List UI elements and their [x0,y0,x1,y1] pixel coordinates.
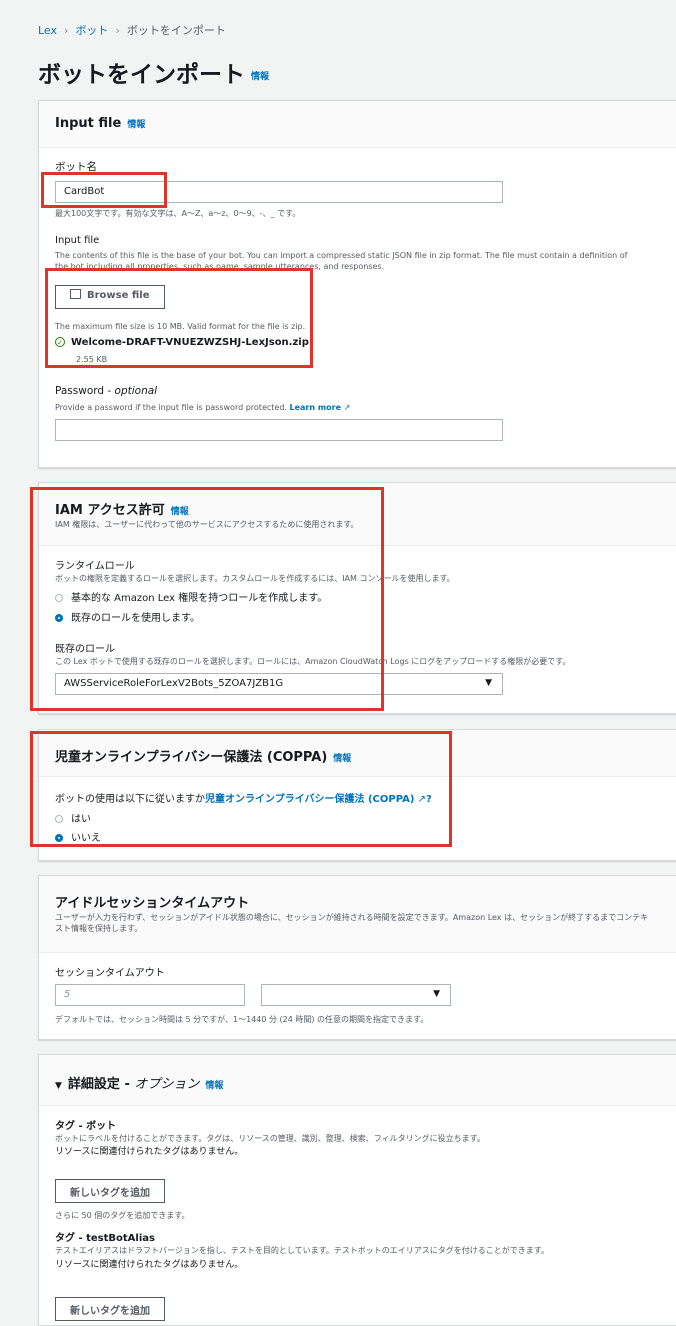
page: Lex › ボット › ボットをインポート ボットをインポート 情報 Input file… [8,0,676,1326]
breadcrumb: Lex › ボット › ボットをインポート [38,24,226,37]
highlight-box [30,731,452,847]
panel-title: アイドルセッションタイムアウト [55,896,250,911]
session-timeout-hint: デフォルトでは、セッション時間は 5 分ですが、1〜1440 分 (24 時間)… [55,1015,429,1024]
session-timeout-input[interactable]: 5 [55,984,245,1006]
highlight-box [41,172,167,208]
breadcrumb-bot[interactable]: ボット [75,24,108,37]
tag-limit-text: さらに 50 個のタグを追加できます。 [55,1211,190,1220]
session-timeout-unit-select[interactable]: ▼ [261,984,451,1006]
page-title: ボットをインポート 情報 [38,62,270,88]
advanced-settings-toggle[interactable]: ▼ 詳細設定 - オプション 情報 [55,1073,223,1092]
breadcrumb-lex[interactable]: Lex [38,24,57,37]
tag-alias-label: タグ - testBotAlias [55,1233,155,1244]
bot-name-hint: 最大100文字です。有効な文字は、A〜Z、a〜z、0〜9、-、_ です。 [55,209,301,218]
breadcrumb-current: ボットをインポート [126,24,226,37]
input-file-label: Input file [55,235,100,246]
info-link[interactable]: 情報 [127,120,145,130]
session-timeout-label: セッションタイムアウト [55,968,165,979]
info-link[interactable]: 情報 [251,72,269,82]
add-tag-button[interactable]: 新しいタグを追加 [55,1179,165,1203]
highlight-box [45,268,313,368]
external-link-icon: ↗ [343,403,351,412]
add-tag-button[interactable]: 新しいタグを追加 [55,1297,165,1321]
no-tags-text: リソースに関連付けられたタグはありません。 [55,1260,244,1270]
info-link[interactable]: 情報 [205,1081,223,1091]
learn-more-link[interactable]: Learn more [290,403,342,412]
dropdown-caret-icon: ▼ [433,989,440,999]
password-label: Password - optional [55,385,158,397]
idle-desc: ユーザーが入力を行わず、セッションがアイドル状態の場合に、セッションが維持される… [55,913,649,933]
no-tags-text: リソースに関連付けられたタグはありません。 [55,1147,244,1157]
tag-bot-desc: ボットにラベルを付けることができます。タグは、リソースの管理、識別、整理、検索、… [55,1134,485,1143]
advanced-settings-panel: ▼ 詳細設定 - オプション 情報 タグ - ボット ボットにラベルを付けることがで… [38,1054,676,1326]
dropdown-caret-icon: ▼ [485,678,492,688]
password-desc: Provide a password if the input file is … [55,403,351,412]
tag-alias-desc: テストエイリアスはドラフトバージョンを指し、テストを目的としています。テストボッ… [55,1246,549,1255]
idle-session-panel: アイドルセッションタイムアウト ユーザーが入力を行わず、セッションがアイドル状態… [38,875,676,1040]
tag-bot-label: タグ - ボット [55,1121,117,1132]
password-input[interactable] [55,419,503,441]
highlight-box [30,487,384,711]
panel-title: Input file 情報 [55,116,146,131]
caret-down-icon: ▼ [55,1081,62,1091]
